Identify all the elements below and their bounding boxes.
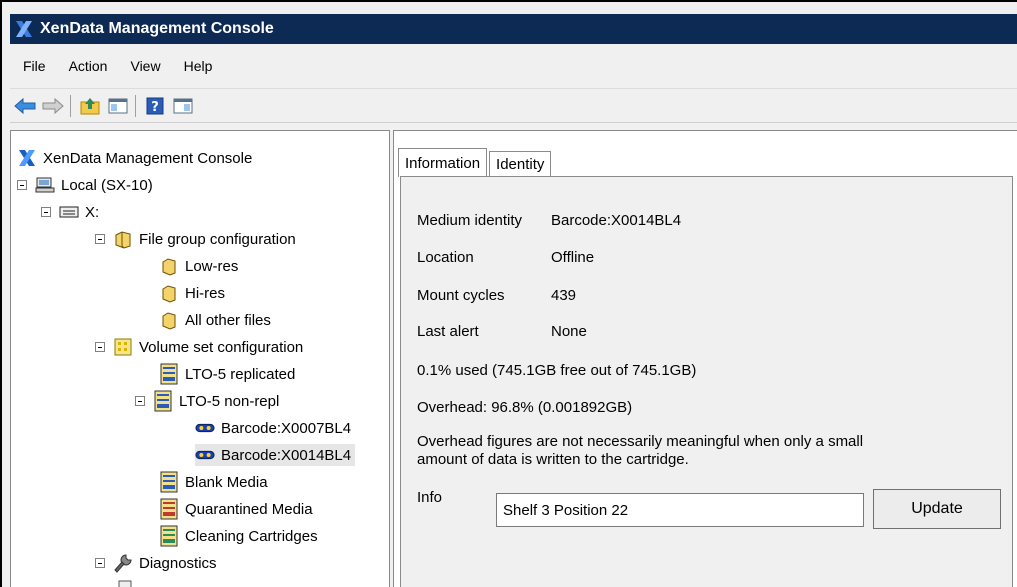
tree-label: Low-res [185, 257, 239, 275]
tree-label: Barcode:X0007BL4 [221, 419, 352, 437]
tree-node-local[interactable]: Local (SX-10) [17, 174, 153, 196]
menu-bar: File Action View Help [10, 44, 1017, 89]
tree-node-hi-res[interactable]: Hi-res [159, 282, 225, 304]
tree-node-volume-set-config[interactable]: Volume set configuration [95, 336, 303, 358]
details-pane: Information Identity Medium identity Bar… [393, 130, 1017, 587]
tree-label: Hi-res [185, 284, 225, 302]
mount-cycles-value: 439 [551, 287, 577, 304]
tab-information[interactable]: Information [398, 148, 488, 177]
information-panel: Medium identity Barcode:X0014BL4 Locatio… [400, 176, 1013, 587]
tree-node-lto5-replicated[interactable]: LTO-5 replicated [159, 363, 295, 385]
tree-node-cleaning-cartridges[interactable]: Cleaning Cartridges [159, 525, 318, 547]
last-alert-value: None [551, 323, 587, 340]
folder-icon [159, 283, 179, 303]
menu-action[interactable]: Action [69, 58, 108, 74]
tree-node-barcode-x0014bl4[interactable]: Barcode:X0014BL4 [195, 444, 356, 466]
tape-cartridge-icon [195, 445, 215, 465]
tree-node-low-res[interactable]: Low-res [159, 255, 238, 277]
tree-label: Volume set configuration [139, 338, 304, 356]
collapse-toggle-icon[interactable] [95, 558, 105, 568]
info-label: Info [417, 489, 443, 506]
computer-icon [35, 175, 55, 195]
tree-node-lto5-nonrepl[interactable]: LTO-5 non-repl [135, 390, 279, 412]
svg-text:?: ? [151, 100, 159, 115]
overhead-note-line-1: Overhead figures are not necessarily mea… [417, 433, 864, 450]
tree-label: Diagnostics [139, 554, 217, 572]
wrench-icon [113, 553, 133, 573]
update-button[interactable]: Update [873, 489, 1001, 529]
tree-label: Quarantined Media [185, 500, 313, 518]
xendata-logo-icon [17, 148, 37, 168]
tab-label: Identity [496, 156, 545, 173]
quarantine-library-icon [159, 498, 179, 520]
tree-label: LTO-5 replicated [185, 365, 296, 383]
mount-cycles-label: Mount cycles [417, 287, 505, 304]
usage-text: 0.1% used (745.1GB free out of 745.1GB) [417, 362, 697, 379]
overhead-text: Overhead: 96.8% (0.001892GB) [417, 399, 633, 416]
tab-identity[interactable]: Identity [489, 151, 552, 177]
medium-identity-value: Barcode:X0014BL4 [551, 212, 682, 229]
overhead-note-line-2: amount of data is written to the cartrid… [417, 451, 689, 468]
collapse-toggle-icon[interactable] [95, 234, 105, 244]
app-window: XenData Management Console File Action V… [0, 0, 1017, 587]
window-title: XenData Management Console [40, 20, 274, 37]
tree-node-root[interactable]: XenData Management Console [17, 147, 252, 169]
tree-label: X: [85, 203, 100, 221]
collapse-toggle-icon[interactable] [135, 396, 145, 406]
last-alert-label: Last alert [417, 323, 479, 340]
cleaning-library-icon [159, 525, 179, 547]
partial-node-icon [115, 577, 135, 587]
menu-help[interactable]: Help [184, 58, 213, 74]
tree-label: XenData Management Console [43, 149, 253, 167]
drive-icon [59, 202, 79, 222]
menu-view[interactable]: View [130, 58, 160, 74]
app-logo-icon [14, 19, 34, 39]
tree-node-blank-media[interactable]: Blank Media [159, 471, 268, 493]
tape-library-icon [159, 471, 179, 493]
volume-set-icon [113, 337, 133, 357]
tree-node-drive[interactable]: X: [41, 201, 99, 223]
collapse-toggle-icon[interactable] [41, 207, 51, 217]
tree-label: Local (SX-10) [61, 176, 153, 194]
back-arrow-icon[interactable] [12, 93, 38, 119]
tree-node-file-group-config[interactable]: File group configuration [95, 228, 296, 250]
tree-node-barcode-x0007bl4[interactable]: Barcode:X0007BL4 [195, 417, 351, 439]
toolbar: ? [10, 90, 1017, 123]
forward-arrow-icon[interactable] [40, 93, 66, 119]
folder-icon [159, 256, 179, 276]
help-icon[interactable]: ? [142, 93, 168, 119]
show-hide-tree-icon[interactable] [105, 93, 131, 119]
medium-identity-label: Medium identity [417, 212, 523, 229]
tree-label: Barcode:X0014BL4 [221, 446, 352, 464]
navigation-tree: XenData Management Console Local (SX-10)… [10, 130, 390, 587]
tab-label: Information [405, 154, 481, 172]
tree-node-partial [115, 577, 141, 587]
collapse-toggle-icon[interactable] [95, 342, 105, 352]
tree-label: LTO-5 non-repl [179, 392, 280, 410]
toolbar-separator [135, 95, 136, 117]
tree-node-quarantined-media[interactable]: Quarantined Media [159, 498, 313, 520]
tree-node-diagnostics[interactable]: Diagnostics [95, 552, 217, 574]
title-bar: XenData Management Console [10, 14, 1017, 44]
location-value: Offline [551, 249, 595, 266]
toolbar-separator [70, 95, 71, 117]
tab-bar: Information Identity [398, 147, 553, 177]
tape-cartridge-icon [195, 418, 215, 438]
menu-file[interactable]: File [23, 58, 46, 74]
tree-label: All other files [185, 311, 271, 329]
location-label: Location [417, 249, 474, 266]
tree-label: File group configuration [139, 230, 296, 248]
tree-node-all-other-files[interactable]: All other files [159, 309, 271, 331]
collapse-toggle-icon[interactable] [17, 180, 27, 190]
info-input[interactable] [496, 493, 864, 527]
tape-library-icon [153, 390, 173, 412]
tree-label: Cleaning Cartridges [185, 527, 318, 545]
folder-group-icon [113, 229, 133, 249]
tape-library-icon [159, 363, 179, 385]
up-folder-icon[interactable] [77, 93, 103, 119]
tree-label: Blank Media [185, 473, 268, 491]
folder-icon [159, 310, 179, 330]
action-pane-icon[interactable] [170, 93, 196, 119]
